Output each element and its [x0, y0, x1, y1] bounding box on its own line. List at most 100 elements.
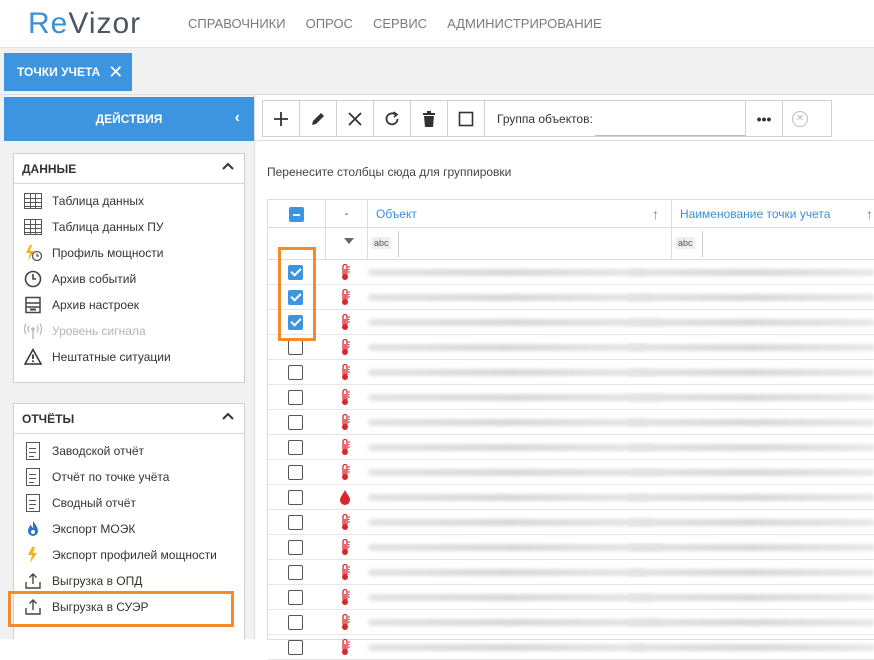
trash-button[interactable] [411, 101, 448, 136]
text-filter-icon[interactable]: abc [676, 237, 695, 249]
row-checkbox[interactable] [288, 540, 303, 555]
table-row[interactable] [268, 385, 874, 410]
table-row[interactable] [268, 535, 874, 560]
obscured-point-name-cell [628, 544, 874, 551]
remove-button[interactable] [337, 101, 374, 136]
row-checkbox[interactable] [288, 465, 303, 480]
filter-type[interactable] [326, 228, 368, 260]
table-row[interactable] [268, 585, 874, 610]
sidebar-item-event-archive[interactable]: Архив событий [14, 266, 244, 292]
table-row[interactable] [268, 410, 874, 435]
chevron-up-icon[interactable] [222, 411, 234, 423]
obscured-object-cell [368, 269, 648, 276]
obscured-object-cell [368, 494, 648, 501]
menu-service[interactable]: Сервис [373, 16, 427, 31]
sidebar-item-power-profile[interactable]: Профиль мощности [14, 240, 244, 266]
select-all-checkbox[interactable] [289, 207, 304, 222]
item-label: Таблица данных ПУ [52, 220, 164, 234]
row-checkbox[interactable] [288, 565, 303, 580]
row-checkbox[interactable] [288, 615, 303, 630]
object-group-input[interactable] [595, 101, 745, 136]
item-label: Экспорт профилей мощности [52, 548, 217, 562]
add-button[interactable] [263, 101, 300, 136]
table-row[interactable] [268, 260, 874, 285]
sidebar-item-settings-archive[interactable]: Архив настроек [14, 292, 244, 318]
row-checkbox[interactable] [288, 640, 303, 655]
highlight-upload-suer [8, 591, 234, 627]
clear-button[interactable]: ✕ [783, 101, 817, 136]
main-menu: Справочники Опрос Сервис Администрирован… [188, 16, 602, 31]
sidebar-item-data-table[interactable]: Таблица данных [14, 188, 244, 214]
obscured-object-cell [368, 419, 648, 426]
menu-survey[interactable]: Опрос [306, 16, 353, 31]
item-label: Архив событий [52, 272, 137, 286]
more-button[interactable]: ••• [745, 101, 783, 136]
sort-asc-icon[interactable]: ↑ [866, 206, 873, 222]
header-type[interactable]: - [326, 200, 368, 228]
table-row[interactable] [268, 485, 874, 510]
header-object[interactable]: Объект ↑ [368, 200, 672, 228]
chevron-up-icon[interactable] [222, 161, 234, 173]
settings-archive-icon [23, 296, 43, 314]
obscured-point-name-cell [628, 469, 874, 476]
header-point-name[interactable]: Наименование точки учета ↑ [672, 200, 874, 228]
row-checkbox[interactable] [288, 490, 303, 505]
row-checkbox[interactable] [288, 415, 303, 430]
sort-asc-icon[interactable]: ↑ [652, 206, 659, 222]
sidebar-item-export-power-profiles[interactable]: Экспорт профилей мощности [14, 542, 244, 568]
obscured-point-name-cell [628, 594, 874, 601]
filter-point-name[interactable]: abc [672, 228, 874, 260]
row-checkbox[interactable] [288, 340, 303, 355]
thermometer-icon [342, 513, 350, 530]
sidebar-item-point-report[interactable]: Отчёт по точке учёта [14, 464, 244, 490]
table-row[interactable] [268, 310, 874, 335]
menu-directories[interactable]: Справочники [188, 16, 286, 31]
thermometer-icon [342, 413, 350, 430]
logo-part-2: Vizor [68, 7, 142, 40]
obscured-object-cell [368, 469, 664, 476]
sidebar-item-data-table-pu[interactable]: Таблица данных ПУ [14, 214, 244, 240]
tab-label: ТОЧКИ УЧЕТА [17, 65, 101, 79]
table-row[interactable] [268, 560, 874, 585]
table-row[interactable] [268, 360, 874, 385]
sidebar-item-export-moek[interactable]: Экспорт МОЭК [14, 516, 244, 542]
obscured-point-name-cell [628, 619, 874, 626]
table-row[interactable] [268, 435, 874, 460]
header-select-all[interactable] [268, 200, 326, 228]
row-checkbox[interactable] [288, 440, 303, 455]
row-checkbox[interactable] [288, 515, 303, 530]
dropdown-icon[interactable] [344, 238, 354, 244]
table-row[interactable] [268, 335, 874, 360]
document-icon [23, 468, 43, 486]
table-row[interactable] [268, 610, 874, 635]
revizor-logo[interactable]: ReVizor [28, 7, 141, 41]
sidebar-item-factory-report[interactable]: Заводской отчёт [14, 438, 244, 464]
table-row[interactable] [268, 460, 874, 485]
row-checkbox[interactable] [288, 590, 303, 605]
sidebar-item-emergency[interactable]: Нештатные ситуации [14, 344, 244, 370]
thermometer-icon [342, 388, 350, 405]
reports-panel-header[interactable]: ОТЧЁТЫ [14, 404, 244, 434]
table-row[interactable] [268, 285, 874, 310]
obscured-object-cell [368, 569, 648, 576]
item-label: Таблица данных [52, 194, 144, 208]
filter-object[interactable]: abc [368, 228, 672, 260]
highlight-checked-rows [278, 247, 316, 341]
menu-administration[interactable]: Администрирование [447, 16, 602, 31]
thermometer-icon [342, 538, 350, 555]
moek-flame-icon [23, 520, 43, 538]
select-button[interactable] [448, 101, 485, 136]
row-checkbox[interactable] [288, 390, 303, 405]
text-filter-icon[interactable]: abc [372, 237, 391, 249]
thermometer-icon [342, 263, 350, 280]
table-row[interactable] [268, 510, 874, 535]
close-icon[interactable]: ✕ [108, 63, 123, 81]
tab-metering-points[interactable]: ТОЧКИ УЧЕТА ✕ [4, 53, 132, 91]
data-panel-header[interactable]: ДАННЫЕ [14, 154, 244, 184]
row-checkbox[interactable] [288, 365, 303, 380]
sidebar-item-summary-report[interactable]: Сводный отчёт [14, 490, 244, 516]
chevron-left-icon[interactable]: ‹ [235, 109, 240, 127]
edit-button[interactable] [300, 101, 337, 136]
refresh-button[interactable] [374, 101, 411, 136]
actions-button[interactable]: ДЕЙСТВИЯ ‹ [4, 97, 254, 141]
